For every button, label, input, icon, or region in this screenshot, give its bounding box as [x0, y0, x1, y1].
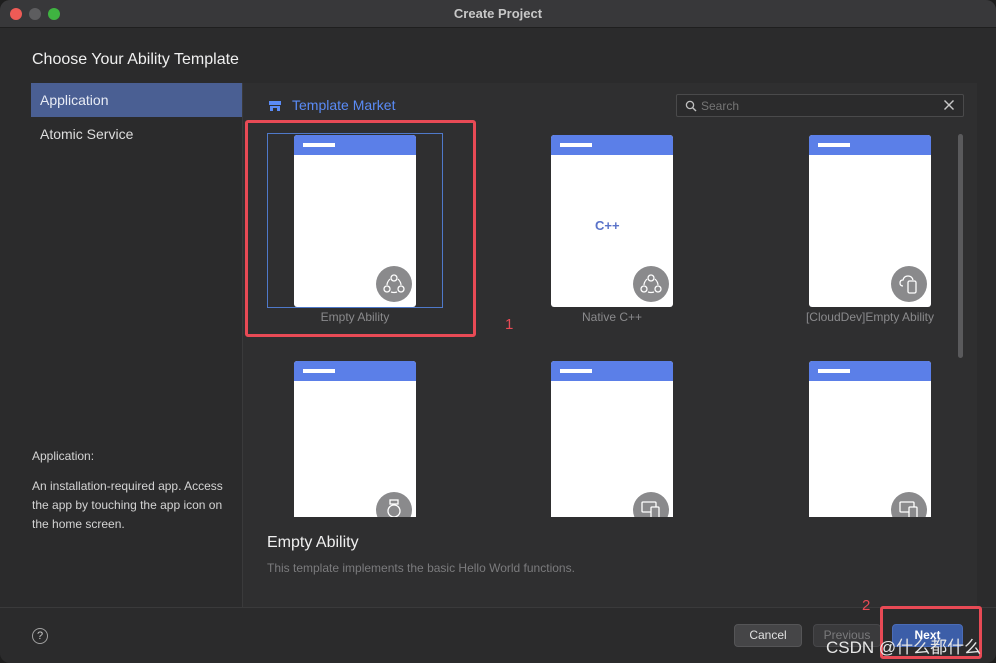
cloud-phone-icon [891, 266, 927, 302]
template-grid-scrollbar[interactable] [958, 134, 963, 358]
devices-icon [633, 492, 669, 517]
cpp-icon: C++ [595, 213, 620, 236]
header-line [560, 369, 592, 373]
shared-nodes-icon [633, 266, 669, 302]
sidebar-item-atomic-service[interactable]: Atomic Service [31, 117, 242, 151]
template-label: [CloudDev]Empty Ability [805, 310, 935, 324]
category-description-title: Application: [32, 449, 95, 463]
selected-template-title: Empty Ability [267, 534, 359, 551]
header-line [560, 143, 592, 147]
annotation-box-template [245, 120, 476, 337]
search-icon [685, 100, 697, 112]
watermark: CSDN @什么都什么 [826, 638, 982, 657]
watch-icon [376, 492, 412, 517]
template-header-bar [809, 135, 931, 155]
header-line [818, 143, 850, 147]
title-bar: Create Project [0, 0, 996, 28]
header-line [303, 369, 335, 373]
selected-template-description: This template implements the basic Hello… [267, 561, 575, 575]
window-title: Create Project [453, 6, 543, 21]
template-header-bar [551, 361, 673, 381]
create-project-window: Create Project Choose Your Ability Templ… [0, 0, 996, 663]
store-icon [269, 101, 281, 111]
page-title: Choose Your Ability Template [32, 51, 239, 68]
sidebar-item-application[interactable]: Application [31, 83, 242, 117]
cancel-button[interactable]: Cancel [734, 624, 802, 647]
template-card-watch[interactable] [294, 361, 416, 517]
template-card-devices-2[interactable] [809, 361, 931, 517]
template-header-bar [294, 361, 416, 381]
template-label: Native C++ [581, 310, 643, 324]
annotation-number-2: 2 [862, 597, 871, 614]
category-description: An installation-required app. Access the… [32, 479, 223, 531]
template-market-link[interactable]: Template Market [292, 97, 395, 113]
devices-icon [891, 492, 927, 517]
annotation-number-1: 1 [505, 316, 514, 333]
template-card-clouddev-empty-ability[interactable] [809, 135, 931, 307]
template-card-native-cpp[interactable]: C++ [551, 135, 673, 307]
template-header-bar [551, 135, 673, 155]
search-box [676, 94, 964, 117]
template-card-devices[interactable] [551, 361, 673, 517]
template-category-sidebar: Application Atomic Service [31, 83, 242, 151]
clear-search-icon[interactable] [943, 99, 955, 111]
template-header-bar [809, 361, 931, 381]
help-icon[interactable]: ? [32, 628, 48, 644]
search-input[interactable] [701, 97, 931, 114]
cpp-glyph: C++ [595, 218, 620, 233]
header-line [818, 369, 850, 373]
